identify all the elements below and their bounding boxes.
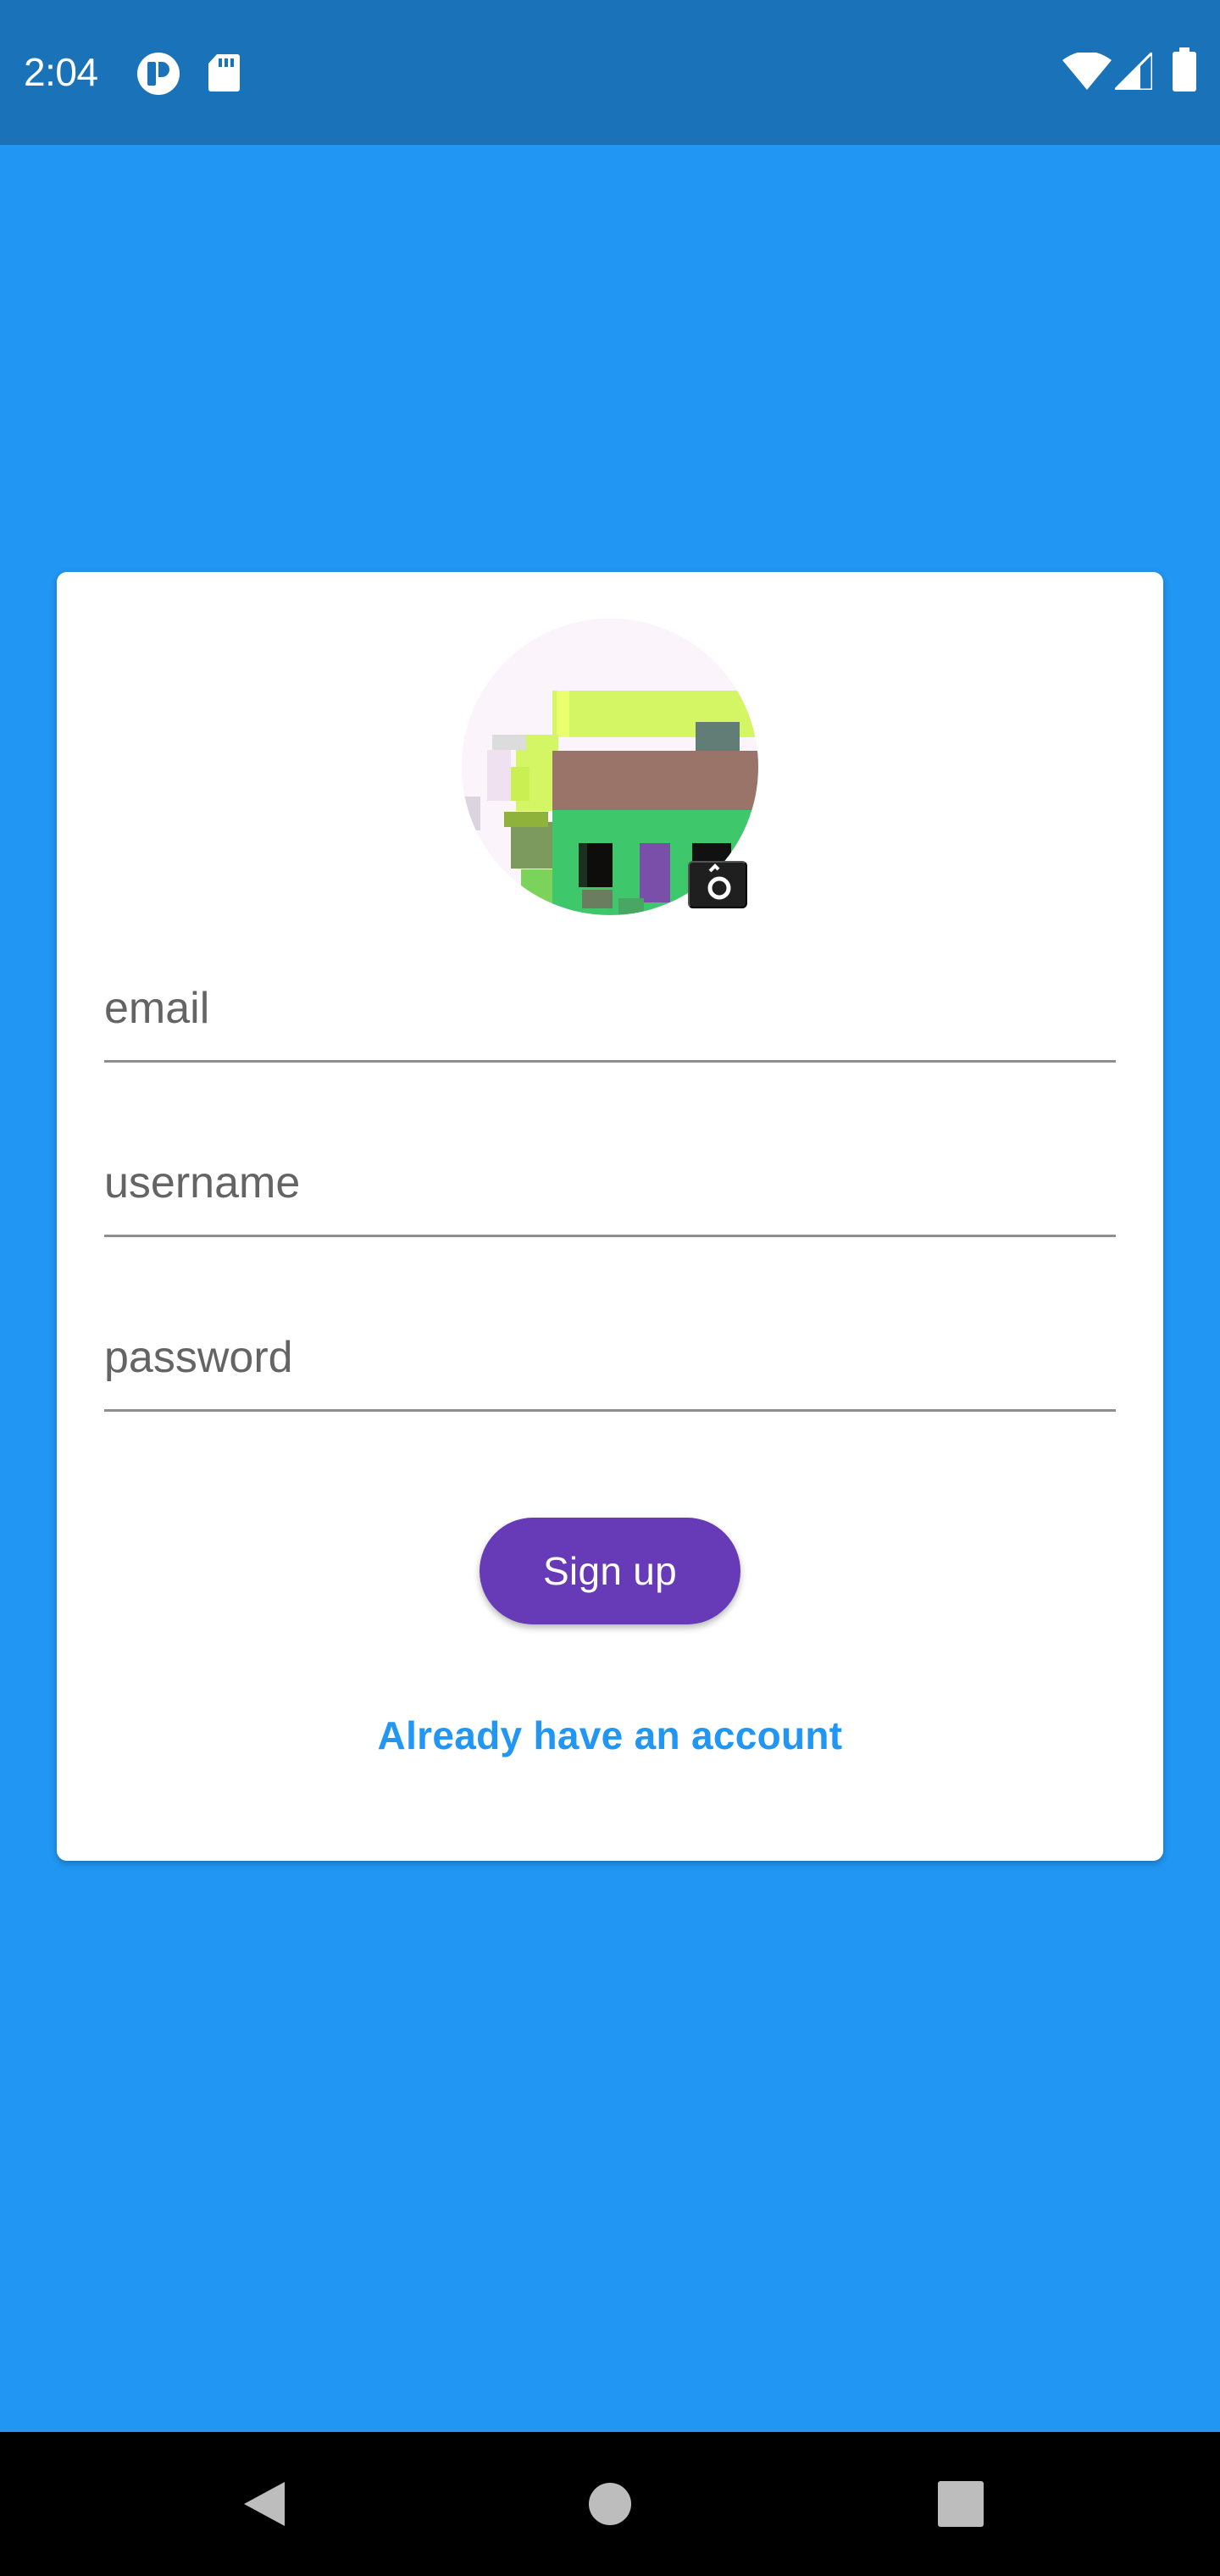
- status-time: 2:04: [24, 50, 98, 94]
- password-input[interactable]: [104, 1299, 1116, 1409]
- status-bar: 2:04: [0, 0, 1220, 145]
- back-icon[interactable]: [220, 2462, 305, 2551]
- email-field: [104, 950, 1116, 1077]
- app-notification-icon: [136, 51, 181, 101]
- recents-icon[interactable]: [918, 2462, 1003, 2551]
- username-underline: [104, 1235, 1116, 1237]
- battery-icon: [1171, 47, 1198, 96]
- signup-card: Sign up Already have an account: [57, 572, 1163, 1861]
- navigation-bar: [0, 2432, 1220, 2576]
- email-underline: [104, 1060, 1116, 1063]
- change-avatar-button[interactable]: [688, 861, 747, 908]
- password-field: [104, 1299, 1116, 1426]
- username-input[interactable]: [104, 1124, 1116, 1235]
- sd-card-icon: [207, 53, 241, 97]
- login-link[interactable]: Already have an account: [57, 1713, 1163, 1758]
- username-field: [104, 1124, 1116, 1252]
- password-underline: [104, 1409, 1116, 1412]
- cell-signal-icon: [1112, 49, 1154, 94]
- camera-icon: [707, 863, 731, 900]
- home-icon[interactable]: [568, 2462, 652, 2551]
- wifi-icon: [1062, 51, 1112, 94]
- signup-button[interactable]: Sign up: [480, 1518, 740, 1624]
- email-input[interactable]: [104, 950, 1116, 1060]
